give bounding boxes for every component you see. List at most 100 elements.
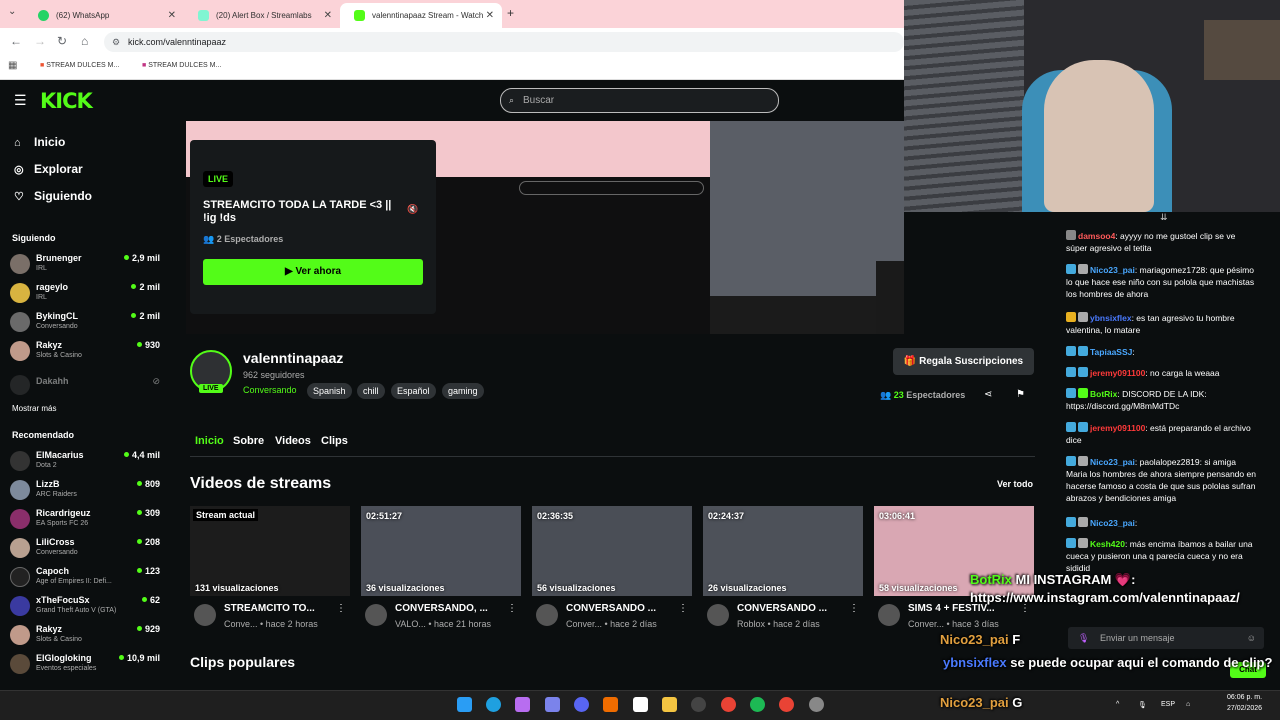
more-options-icon[interactable]: ⋮ bbox=[849, 603, 859, 614]
more-options-icon[interactable]: ⋮ bbox=[507, 603, 517, 614]
video-thumbnail[interactable]: Stream actual 131 visualizaciones bbox=[190, 506, 350, 596]
language-indicator[interactable]: ESP bbox=[1161, 701, 1175, 708]
app-icon[interactable] bbox=[603, 697, 618, 712]
spotify-icon[interactable] bbox=[750, 697, 765, 712]
video-card[interactable]: 02:24:37 26 visualizaciones CONVERSANDO … bbox=[703, 506, 863, 630]
tab-sobre[interactable]: Sobre bbox=[233, 435, 264, 447]
video-card[interactable]: 03:06:41 58 visualizaciones SIMS 4 + FES… bbox=[874, 506, 1034, 630]
network-icon[interactable]: ⌂ bbox=[1186, 701, 1190, 708]
tag-gaming[interactable]: gaming bbox=[442, 383, 484, 399]
tray-chevron-icon[interactable]: ^ bbox=[1116, 701, 1119, 708]
mute-icon[interactable]: 🔇 bbox=[407, 204, 418, 215]
apps-grid-icon[interactable]: ▦ bbox=[8, 60, 17, 71]
close-tab-icon[interactable]: ✕ bbox=[168, 3, 176, 28]
reload-icon[interactable]: ↻ bbox=[57, 34, 67, 48]
show-more-link[interactable]: Mostrar más bbox=[12, 404, 56, 413]
nav-inicio[interactable]: ⌂ Inicio bbox=[14, 135, 65, 149]
close-tab-icon[interactable]: ✕ bbox=[324, 3, 332, 28]
chrome-icon[interactable] bbox=[721, 697, 736, 712]
clock-date[interactable]: 27/02/2026 bbox=[1227, 705, 1262, 712]
chat-username[interactable]: damsoo4 bbox=[1078, 231, 1115, 241]
channel-category-link[interactable]: Conversando bbox=[243, 385, 297, 395]
tab-streamlabs[interactable]: (20) Alert Box / Streamlabs ✕ bbox=[184, 3, 340, 28]
gift-subs-button[interactable]: 🎁 Regala Suscripciones bbox=[893, 348, 1034, 375]
clock-time[interactable]: 06:06 p. m. bbox=[1227, 694, 1262, 701]
sidebar-channel-dakahh[interactable]: Dakahh ⊘ bbox=[10, 373, 160, 401]
tag-spanish[interactable]: Spanish bbox=[307, 383, 352, 399]
chrome-icon[interactable] bbox=[779, 697, 794, 712]
video-thumbnail[interactable]: 02:24:37 26 visualizaciones bbox=[703, 506, 863, 596]
chat-username[interactable]: Nico23_pai bbox=[1090, 518, 1135, 528]
chat-username[interactable]: Kesh420 bbox=[1090, 539, 1125, 549]
nav-siguiendo[interactable]: ♡ Siguiendo bbox=[14, 189, 92, 203]
tab-videos[interactable]: Videos bbox=[275, 435, 311, 447]
nav-explorar[interactable]: ◎ Explorar bbox=[14, 162, 83, 176]
sidebar-channel-ricardrigeuz[interactable]: Ricardrigeuz EA Sports FC 26 309 bbox=[10, 507, 160, 535]
mic-icon[interactable]: 🎙 bbox=[1078, 627, 1089, 649]
sidebar-channel-lizzb[interactable]: LizzB ARC Raiders 809 bbox=[10, 478, 160, 506]
home-icon: ⌂ bbox=[14, 137, 21, 149]
edge-icon[interactable] bbox=[486, 697, 501, 712]
video-thumbnail[interactable]: 02:51:27 36 visualizaciones bbox=[361, 506, 521, 596]
bookmark-2[interactable]: ■ STREAM DULCES M... bbox=[142, 62, 221, 69]
url-input[interactable]: ⚙ kick.com/valenntinapaaz bbox=[104, 32, 904, 52]
watch-now-button[interactable]: ▶ Ver ahora bbox=[203, 259, 423, 285]
sidebar-channel-lilicross[interactable]: LiliCross Conversando 208 bbox=[10, 536, 160, 564]
chat-username[interactable]: BotRix bbox=[1090, 389, 1117, 399]
sidebar-channel-brunenger[interactable]: Brunenger IRL 2,9 mil bbox=[10, 252, 160, 280]
sidebar-channel-xthefocusx[interactable]: xTheFocuSx Grand Theft Auto V (GTA) 62 bbox=[10, 594, 160, 622]
chat-username[interactable]: Nico23_pai bbox=[1090, 265, 1135, 275]
kick-logo[interactable]: KICK bbox=[40, 89, 93, 113]
copilot-icon[interactable] bbox=[515, 697, 530, 712]
discord-icon[interactable] bbox=[574, 697, 589, 712]
pinned-chevron-icon[interactable]: ⇊ bbox=[1160, 212, 1168, 223]
video-card[interactable]: Stream actual 131 visualizaciones STREAM… bbox=[190, 506, 350, 630]
tab-whatsapp[interactable]: (62) WhatsApp ✕ bbox=[24, 3, 184, 28]
sidebar-channel-elmacarius[interactable]: ElMacarius Dota 2 4,4 mil bbox=[10, 449, 160, 477]
obs-icon[interactable] bbox=[691, 697, 706, 712]
tag-chill[interactable]: chill bbox=[357, 383, 385, 399]
close-tab-icon[interactable]: ✕ bbox=[486, 3, 494, 28]
video-card[interactable]: 02:51:27 36 visualizaciones CONVERSANDO,… bbox=[361, 506, 521, 630]
video-card[interactable]: 02:36:35 56 visualizaciones CONVERSANDO … bbox=[532, 506, 692, 630]
sidebar-channel-bykingcl[interactable]: BykingCL Conversando 2 mil bbox=[10, 310, 160, 338]
chat-username[interactable]: jeremy091100 bbox=[1090, 423, 1145, 433]
folder-icon[interactable] bbox=[662, 697, 677, 712]
tab-inicio[interactable]: Inicio bbox=[195, 435, 224, 447]
forward-icon[interactable]: → bbox=[34, 34, 46, 48]
home-icon[interactable]: ⌂ bbox=[81, 34, 88, 48]
chat-input[interactable]: 🎙 Enviar un mensaje ☺ bbox=[1068, 627, 1264, 649]
back-icon[interactable]: ← bbox=[10, 34, 22, 48]
chat-username[interactable]: ybnsixflex bbox=[1090, 313, 1132, 323]
sidebar-channel-rakyz-2[interactable]: Rakyz Slots & Casino 929 bbox=[10, 623, 160, 651]
see-all-link[interactable]: Ver todo bbox=[997, 479, 1033, 489]
chat-username[interactable]: TapiaaSSJ bbox=[1090, 347, 1132, 357]
mic-tray-icon[interactable]: 🎙 bbox=[1138, 701, 1147, 709]
chat-username[interactable]: Nico23_pai bbox=[1090, 457, 1135, 467]
tab-clips[interactable]: Clips bbox=[321, 435, 348, 447]
menu-icon[interactable]: ☰ bbox=[14, 92, 27, 109]
sidebar-channel-rageylo[interactable]: rageylo IRL 2 mil bbox=[10, 281, 160, 309]
file-icon[interactable] bbox=[633, 697, 648, 712]
settings-icon[interactable] bbox=[809, 697, 824, 712]
new-tab-icon[interactable]: + bbox=[507, 6, 514, 20]
search-input[interactable]: ⌕ Buscar bbox=[500, 88, 779, 113]
more-options-icon[interactable]: ⋮ bbox=[678, 603, 688, 614]
app-icon[interactable] bbox=[545, 697, 560, 712]
emoji-icon[interactable]: ☺ bbox=[1247, 627, 1256, 649]
video-thumbnail[interactable]: 02:36:35 56 visualizaciones bbox=[532, 506, 692, 596]
sidebar-channel-rakyz[interactable]: Rakyz Slots & Casino 930 bbox=[10, 339, 160, 367]
chat-username[interactable]: jeremy091100 bbox=[1090, 368, 1145, 378]
report-icon[interactable]: ⚑ bbox=[1016, 389, 1025, 400]
sidebar-channel-elglogloking[interactable]: ElGlogloking Eventos especiales 10,9 mil bbox=[10, 652, 160, 680]
tab-kick[interactable]: valenntinapaaz Stream - Watch ✕ bbox=[340, 3, 502, 28]
tag-espanol[interactable]: Español bbox=[391, 383, 436, 399]
sidebar-channel-capoch[interactable]: Capoch Age of Empires II: Defi... 123 bbox=[10, 565, 160, 593]
badge-icon bbox=[1066, 517, 1076, 527]
site-info-icon[interactable]: ⚙ bbox=[112, 32, 120, 52]
start-icon[interactable] bbox=[457, 697, 472, 712]
share-icon[interactable]: ⋖ bbox=[984, 389, 992, 400]
tab-list-chevron-icon[interactable]: ⌄ bbox=[8, 6, 16, 17]
bookmark-1[interactable]: ■ STREAM DULCES M... bbox=[40, 62, 119, 69]
more-options-icon[interactable]: ⋮ bbox=[336, 603, 346, 614]
